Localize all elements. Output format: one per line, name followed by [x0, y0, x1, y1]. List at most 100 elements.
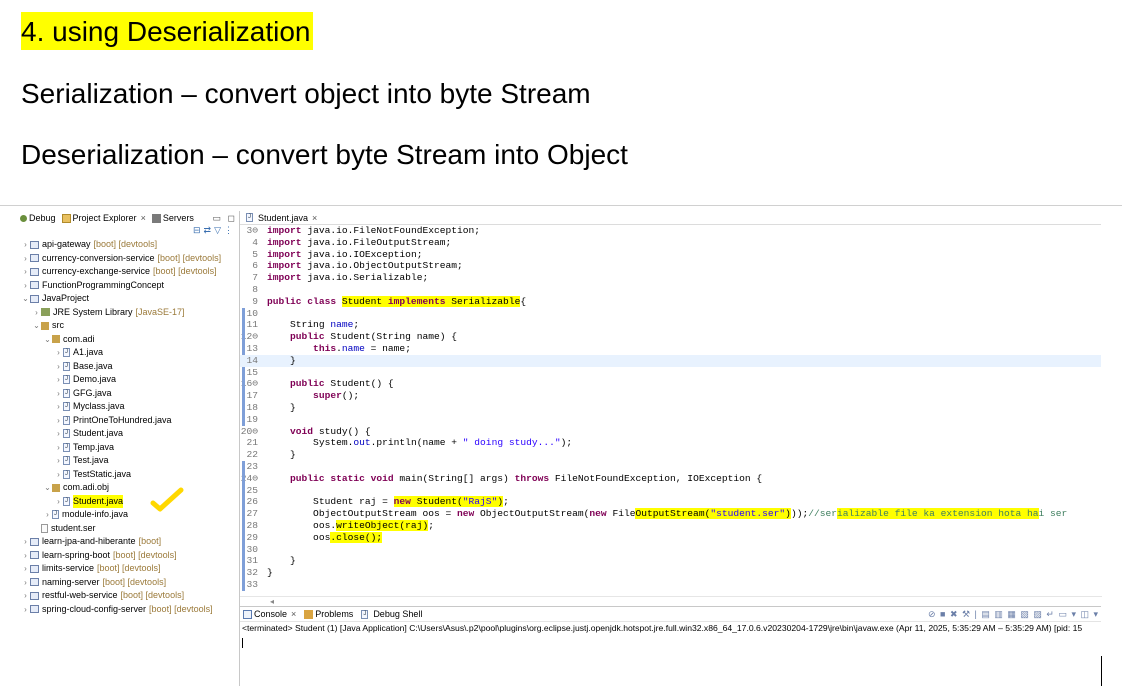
chevron-down-icon[interactable]: ⌄ — [43, 333, 52, 347]
tree-item[interactable]: › api-gateway [boot] [devtools] — [19, 238, 237, 252]
code-line[interactable]: 19 — [240, 414, 1101, 426]
chevron-right-icon[interactable]: › — [54, 454, 63, 468]
chevron-right-icon[interactable]: › — [43, 508, 52, 522]
tab-problems[interactable]: Problems — [304, 609, 353, 619]
chevron-right-icon[interactable]: › — [21, 562, 30, 576]
code-line[interactable]: 32} — [240, 567, 1101, 579]
tree-item[interactable]: › Jmodule-info.java — [19, 508, 237, 522]
tree-item[interactable]: › JRE System Library [JavaSE-17] — [19, 306, 237, 320]
tree-item[interactable]: ⌄ com.adi — [19, 333, 237, 347]
tree-item[interactable]: ⌄ JavaProject — [19, 292, 237, 306]
chevron-right-icon[interactable]: › — [54, 495, 63, 509]
chevron-right-icon[interactable]: › — [32, 306, 41, 320]
tree-item[interactable]: › J TestStatic.java — [19, 468, 237, 482]
code-line[interactable]: 26 Student raj = new Student("RajS"); — [240, 496, 1101, 508]
tree-item[interactable]: › J Student.java — [19, 427, 237, 441]
code-line[interactable]: 24⊖ public static void main(String[] arg… — [240, 473, 1101, 485]
code-line[interactable]: 27 ObjectOutputStream oos = new ObjectOu… — [240, 508, 1101, 520]
horizontal-scrollbar[interactable]: ◂ — [240, 596, 1102, 606]
code-line[interactable]: 20⊖ void study() { — [240, 426, 1101, 438]
chevron-right-icon[interactable]: › — [21, 252, 30, 266]
chevron-right-icon[interactable]: › — [54, 346, 63, 360]
close-icon[interactable]: × — [141, 213, 146, 223]
code-line[interactable]: 14 } — [240, 354, 1101, 367]
code-line[interactable]: 7 import java.io.Serializable; — [240, 272, 1101, 284]
tree-item[interactable]: ⌄ com.adi.obj — [19, 481, 237, 495]
code-line[interactable]: 15 — [240, 367, 1101, 379]
chevron-right-icon[interactable]: › — [54, 400, 63, 414]
chevron-right-icon[interactable]: › — [21, 535, 30, 549]
chevron-down-icon[interactable]: ⌄ — [43, 481, 52, 495]
tree-item[interactable]: › spring-cloud-config-server [boot] [devto… — [19, 603, 237, 617]
chevron-right-icon[interactable]: › — [54, 373, 63, 387]
code-line[interactable]: 30 — [240, 544, 1101, 556]
collapse-all-icon[interactable]: ⊟ — [193, 225, 201, 238]
tab-console[interactable]: Console × — [243, 609, 296, 619]
code-line[interactable]: 33 — [240, 579, 1101, 591]
tree-item[interactable]: › learn-spring-boot [boot] [devtools] — [19, 549, 237, 563]
tree-item[interactable]: › J Temp.java — [19, 441, 237, 455]
code-line[interactable]: 18 } — [240, 402, 1101, 414]
filter-icon[interactable]: ▽ — [214, 225, 221, 238]
close-icon[interactable]: × — [291, 609, 296, 619]
tab-debug-shell[interactable]: J Debug Shell — [361, 609, 422, 619]
tree-item[interactable]: › J Demo.java — [19, 373, 237, 387]
console-toolbar-icons[interactable]: ⊘ ■ ✖ ⚒ | ▤ ▥ ▦ ▧ ▨ ↵ ▭ ▾ ◫ ▾ — [928, 609, 1101, 620]
tree-item[interactable]: › J Base.java — [19, 360, 237, 374]
chevron-right-icon[interactable]: › — [21, 549, 30, 563]
view-menu-icon[interactable]: ⋮ — [224, 225, 233, 238]
tab-servers[interactable]: Servers — [151, 213, 194, 223]
code-line[interactable]: 25 — [240, 485, 1101, 497]
code-line[interactable]: 31 } — [240, 555, 1101, 567]
tree-item[interactable]: › FunctionProgrammingConcept — [19, 279, 237, 293]
code-line[interactable]: 22 } — [240, 449, 1101, 461]
chevron-right-icon[interactable]: › — [54, 360, 63, 374]
code-line[interactable]: 28 oos.writeObject(raj); — [240, 519, 1101, 532]
minimize-maximize-icon[interactable]: ▭ ◻ — [213, 213, 237, 224]
code-line[interactable]: 11 String name; — [240, 319, 1101, 331]
tree-item[interactable]: › limits-service [boot] [devtools] — [19, 562, 237, 576]
tree-item[interactable]: › currency-exchange-service [boot] [devtoo… — [19, 265, 237, 279]
chevron-right-icon[interactable]: › — [54, 387, 63, 401]
code-line[interactable]: 12⊖ public Student(String name) { — [240, 331, 1101, 343]
chevron-right-icon[interactable]: › — [54, 427, 63, 441]
tab-project-explorer[interactable]: Project Explorer × — [61, 213, 146, 223]
tree-item[interactable]: › J GFG.java — [19, 387, 237, 401]
tree-item[interactable]: › J Myclass.java — [19, 400, 237, 414]
chevron-right-icon[interactable]: › — [54, 414, 63, 428]
code-editor[interactable]: J Student.java × 3⊖ import java.io.FileNo… — [239, 211, 1102, 606]
code-line[interactable]: 9 public class Student implements Seriali… — [240, 295, 1101, 308]
chevron-down-icon[interactable]: ⌄ — [21, 292, 30, 306]
chevron-right-icon[interactable]: › — [54, 441, 63, 455]
tree-item[interactable]: › naming-server [boot] [devtools] — [19, 576, 237, 590]
tree-item[interactable]: student.ser — [19, 522, 237, 536]
close-icon[interactable]: × — [312, 213, 317, 223]
code-line[interactable]: 8 — [240, 284, 1101, 296]
tree-item[interactable]: › restful-web-service [boot] [devtools] — [19, 589, 237, 603]
code-line[interactable]: 3⊖ import java.io.FileNotFoundException; — [240, 225, 1101, 237]
code-line[interactable]: 21 System.out.println(name + " doing stu… — [240, 437, 1101, 449]
chevron-right-icon[interactable]: › — [21, 589, 30, 603]
tree-item[interactable]: › J PrintOneToHundred.java — [19, 414, 237, 428]
chevron-right-icon[interactable]: › — [21, 279, 30, 293]
chevron-right-icon[interactable]: › — [21, 576, 30, 590]
tab-debug[interactable]: Debug — [20, 213, 56, 223]
code-line[interactable]: 5 import java.io.IOException; — [240, 249, 1101, 261]
code-line[interactable]: 23 — [240, 461, 1101, 473]
code-line[interactable]: 13 this.name = name; — [240, 343, 1101, 355]
tree-item[interactable]: › J A1.java — [19, 346, 237, 360]
tree-item[interactable]: › currency-conversion-service [boot] [devt… — [19, 252, 237, 266]
code-area[interactable]: 3⊖ import java.io.FileNotFoundException; 4… — [240, 225, 1101, 591]
tree-item[interactable]: › learn-jpa-and-hiberante [boot] — [19, 535, 237, 549]
chevron-right-icon[interactable]: › — [21, 238, 30, 252]
link-editor-icon[interactable]: ⇄ — [204, 225, 212, 238]
editor-tab-student-java[interactable]: J Student.java × — [243, 212, 321, 223]
tree-item[interactable]: › J Test.java — [19, 454, 237, 468]
tree-item[interactable]: ⌄ src — [19, 319, 237, 333]
chevron-right-icon[interactable]: › — [21, 603, 30, 617]
code-line[interactable]: 16⊖ public Student() { — [240, 378, 1101, 390]
code-line[interactable]: 29 oos.close(); — [240, 531, 1101, 544]
tree-item[interactable]: › J Student.java — [19, 494, 237, 509]
code-line[interactable]: 10 — [240, 308, 1101, 320]
code-line[interactable]: 4 import java.io.FileOutputStream; — [240, 237, 1101, 249]
